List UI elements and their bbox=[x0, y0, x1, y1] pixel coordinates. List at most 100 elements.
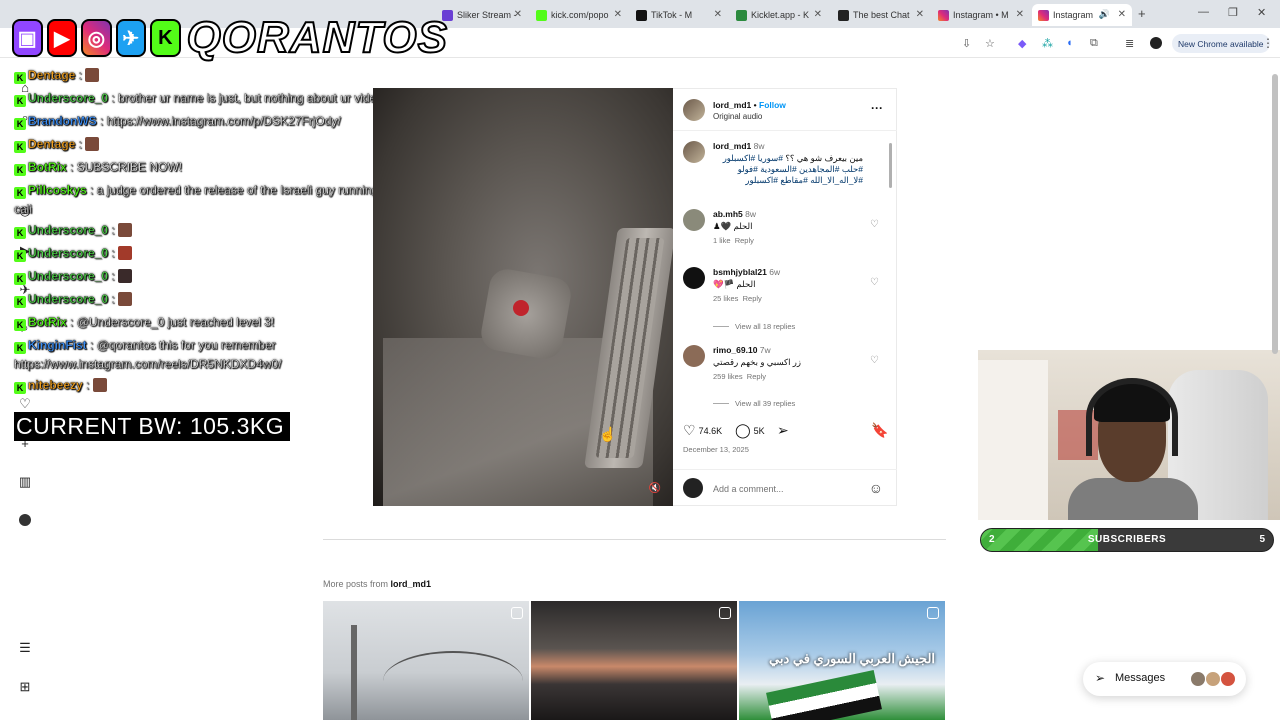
reel-video[interactable]: 🔇 ☝ bbox=[373, 88, 673, 506]
reply-button[interactable]: Reply bbox=[743, 294, 762, 303]
comment-like-heart-icon[interactable]: ♡ bbox=[870, 277, 879, 288]
ig-notifications-icon[interactable]: ♡ bbox=[17, 396, 33, 412]
tab-instagram-active[interactable]: Instagram 🔊 ✕ bbox=[1032, 4, 1132, 26]
new-tab-button[interactable]: + bbox=[1138, 6, 1146, 21]
close-icon[interactable]: ✕ bbox=[614, 9, 622, 20]
view-replies-link[interactable]: View all 39 replies bbox=[713, 399, 795, 408]
install-icon[interactable]: ⇩ bbox=[962, 37, 971, 50]
instagram-logo-icon: ◎ bbox=[81, 19, 112, 57]
bookmark-star-icon[interactable]: ☆ bbox=[985, 37, 995, 50]
close-icon[interactable]: ✕ bbox=[1118, 9, 1126, 20]
messages-label: Messages bbox=[1115, 672, 1166, 684]
streamer-webcam bbox=[978, 350, 1280, 520]
subscriber-goal-bar: 2 SUBSCRIBERS 5 bbox=[980, 528, 1274, 552]
close-icon[interactable]: ✕ bbox=[1016, 9, 1024, 20]
close-icon[interactable]: ✕ bbox=[714, 9, 722, 20]
tab-chat[interactable]: The best Chat ✕ bbox=[832, 4, 930, 26]
new-chrome-available-button[interactable]: New Chrome available bbox=[1172, 34, 1270, 53]
chat-separator: : bbox=[108, 246, 119, 260]
window-close-icon[interactable]: ✕ bbox=[1257, 6, 1266, 19]
comment-likes[interactable]: 1 like bbox=[713, 236, 731, 245]
profile-avatar[interactable] bbox=[1150, 37, 1162, 49]
comment-like-heart-icon[interactable]: ♡ bbox=[870, 355, 879, 366]
share-action[interactable]: ➢ bbox=[777, 422, 789, 439]
extension-icon[interactable]: ◖ bbox=[1066, 37, 1073, 49]
like-action[interactable]: ♡ 74.6K bbox=[683, 422, 722, 439]
ig-profile-avatar[interactable] bbox=[17, 514, 33, 529]
original-audio-link[interactable]: Original audio bbox=[713, 112, 762, 121]
view-replies-link[interactable]: View all 18 replies bbox=[713, 322, 795, 331]
share-icon[interactable]: ➢ bbox=[777, 422, 789, 439]
extension-icon[interactable]: ⁂ bbox=[1042, 37, 1053, 50]
close-icon[interactable]: ✕ bbox=[514, 9, 522, 20]
instagram-icon bbox=[938, 9, 949, 21]
comment-likes[interactable]: 259 likes bbox=[713, 372, 743, 381]
reel-indicator-icon bbox=[511, 607, 523, 619]
comments-list[interactable]: lord_md1 8w مين بيعرف شو هي ؟؟ #سوريا #ا… bbox=[673, 133, 897, 408]
comment-avatar[interactable] bbox=[683, 345, 705, 367]
ig-more-menu-icon[interactable]: ☰ bbox=[17, 640, 33, 656]
comment-username[interactable]: rimo_69.10 bbox=[713, 345, 757, 355]
comment-username[interactable]: lord_md1 bbox=[713, 141, 751, 151]
bookmark-icon[interactable]: 🔖 bbox=[871, 422, 888, 439]
post-author-avatar[interactable] bbox=[683, 99, 705, 121]
twitter-icon: ✈ bbox=[115, 19, 147, 57]
chat-username: Dentage bbox=[28, 68, 76, 82]
restore-icon[interactable]: ❐ bbox=[1228, 6, 1238, 19]
close-icon[interactable]: ✕ bbox=[814, 9, 822, 20]
extension-icon[interactable]: ◆ bbox=[1018, 37, 1026, 50]
chat-separator: : bbox=[108, 223, 119, 237]
more-posts-user[interactable]: lord_md1 bbox=[391, 579, 432, 589]
comment-action[interactable]: ◯ 5K bbox=[735, 422, 765, 439]
emoji-icon[interactable]: ☺ bbox=[869, 480, 883, 496]
chat-emote-icon bbox=[85, 137, 100, 151]
comment-avatar[interactable] bbox=[683, 209, 705, 231]
chat-separator: : bbox=[75, 137, 86, 151]
tab-instagram-messages[interactable]: Instagram • M ✕ bbox=[932, 4, 1030, 26]
puzzle-icon[interactable]: ⧉ bbox=[1090, 37, 1098, 50]
comment-icon[interactable]: ◯ bbox=[735, 422, 751, 439]
comment-username[interactable]: bsmhjyblal21 bbox=[713, 267, 767, 277]
post-author-username[interactable]: lord_md1 bbox=[713, 100, 751, 110]
chrome-menu-icon[interactable]: ⋮ bbox=[1262, 36, 1274, 50]
minimize-icon[interactable]: — bbox=[1198, 6, 1209, 18]
tab-sliker-stream[interactable]: Sliker Stream - ✕ bbox=[436, 4, 528, 26]
reply-button[interactable]: Reply bbox=[735, 236, 754, 245]
tab-label: Instagram bbox=[1053, 10, 1094, 20]
chat-text: SUBSCRIBE NOW! bbox=[76, 160, 183, 174]
mute-icon[interactable]: 🔇 bbox=[649, 483, 661, 494]
ig-apps-icon[interactable]: ⊞ bbox=[17, 679, 33, 695]
follow-button[interactable]: Follow bbox=[759, 100, 786, 110]
thumb-street-lights bbox=[383, 651, 523, 711]
comment-like-heart-icon[interactable]: ♡ bbox=[870, 219, 879, 230]
hand-cursor-icon: ☝ bbox=[599, 426, 617, 442]
messages-button[interactable]: ➢ Messages bbox=[1083, 662, 1246, 696]
comment-text: مين بيعرف شو هي ؟؟ bbox=[785, 153, 863, 163]
save-action[interactable]: 🔖 bbox=[871, 422, 888, 439]
more-post-thumb[interactable] bbox=[323, 601, 529, 720]
speaker-icon[interactable]: 🔊 bbox=[1099, 9, 1110, 20]
chat-separator: : bbox=[108, 292, 119, 306]
heart-icon[interactable]: ♡ bbox=[683, 422, 696, 439]
comment-avatar[interactable] bbox=[683, 267, 705, 289]
reply-button[interactable]: Reply bbox=[747, 372, 766, 381]
comments-scrollbar[interactable] bbox=[889, 143, 892, 188]
ig-dashboard-icon[interactable]: ▥ bbox=[17, 474, 33, 490]
more-post-thumb[interactable] bbox=[531, 601, 737, 720]
reading-list-icon[interactable]: ≣ bbox=[1125, 37, 1134, 50]
tab-tiktok[interactable]: TikTok - M ✕ bbox=[630, 4, 728, 26]
comment-likes[interactable]: 25 likes bbox=[713, 294, 738, 303]
more-post-thumb[interactable]: الجيش العربي السوري في دبي bbox=[739, 601, 945, 720]
tab-kick[interactable]: kick.com/popo ✕ bbox=[530, 4, 628, 26]
tab-kicklet[interactable]: Kicklet.app - K ✕ bbox=[730, 4, 828, 26]
subscriber-goal: 5 bbox=[1259, 534, 1265, 545]
page-scrollbar[interactable] bbox=[1272, 74, 1278, 354]
kick-badge-icon: K bbox=[14, 72, 26, 84]
comment-username[interactable]: ab.mh5 bbox=[713, 209, 743, 219]
chat-text: https://www.instagram.com/p/DSK27FrjOdy/ bbox=[106, 114, 341, 128]
comment-avatar[interactable] bbox=[683, 141, 705, 163]
more-options-icon[interactable]: ··· bbox=[871, 101, 883, 115]
add-comment-input[interactable]: Add a comment... bbox=[713, 484, 784, 494]
close-icon[interactable]: ✕ bbox=[916, 9, 924, 20]
chat-separator: : bbox=[86, 183, 97, 197]
